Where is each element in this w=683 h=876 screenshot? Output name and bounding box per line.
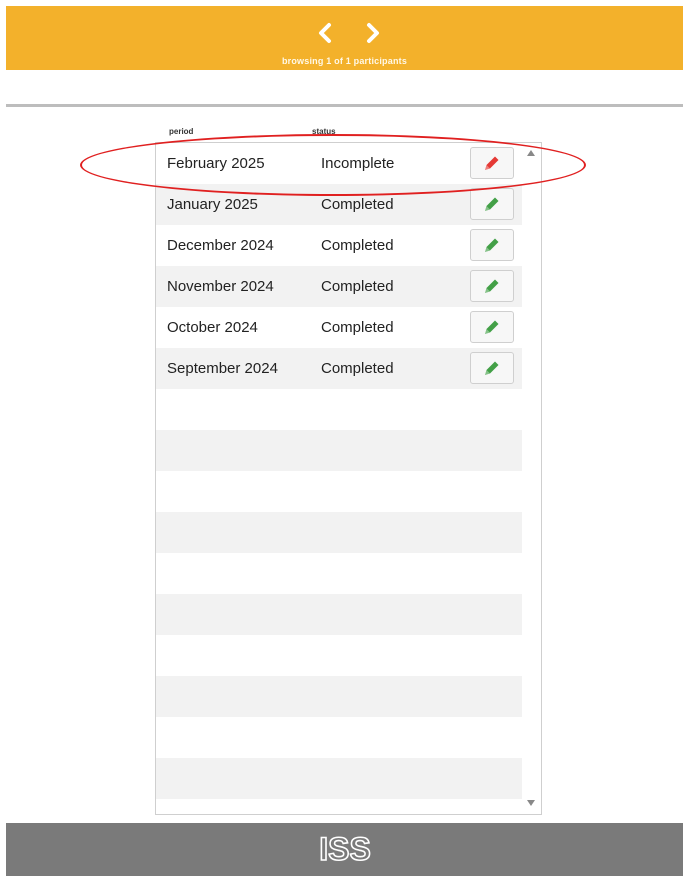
empty-row <box>156 553 522 594</box>
status-label: Completed <box>321 237 394 254</box>
status-label: Completed <box>321 319 394 336</box>
empty-row <box>156 389 522 430</box>
edit-button[interactable] <box>470 311 514 343</box>
edit-button[interactable] <box>470 352 514 384</box>
period-label: September 2024 <box>167 360 278 377</box>
status-label: Incomplete <box>321 155 395 172</box>
status-label: Completed <box>321 196 394 213</box>
edit-button[interactable] <box>470 147 514 179</box>
caret-down-icon <box>527 800 535 806</box>
scroll-down-arrow[interactable] <box>524 797 538 809</box>
list-item[interactable]: January 2025 Completed <box>156 184 522 225</box>
edit-button[interactable] <box>470 270 514 302</box>
empty-row <box>156 512 522 553</box>
edit-button[interactable] <box>470 229 514 261</box>
next-button[interactable] <box>360 20 386 46</box>
caret-up-icon <box>527 150 535 156</box>
period-label: November 2024 <box>167 278 274 295</box>
list-item[interactable]: February 2025 Incomplete <box>156 143 522 184</box>
empty-row <box>156 799 522 814</box>
period-label: January 2025 <box>167 196 258 213</box>
column-header-status: status <box>312 127 336 136</box>
empty-row <box>156 758 522 799</box>
chevron-right-icon <box>367 23 379 43</box>
svg-text:ISS: ISS <box>319 831 371 867</box>
browsing-status: browsing 1 of 1 participants <box>281 56 408 66</box>
empty-row <box>156 717 522 758</box>
period-label: February 2025 <box>167 155 265 172</box>
previous-button[interactable] <box>312 20 338 46</box>
header-bar: browsing 1 of 1 participants <box>6 6 683 70</box>
list-item[interactable]: September 2024 Completed <box>156 348 522 389</box>
list-item[interactable]: October 2024 Completed <box>156 307 522 348</box>
chevron-left-icon <box>319 23 331 43</box>
empty-row <box>156 635 522 676</box>
empty-row <box>156 594 522 635</box>
pencil-icon <box>485 156 499 170</box>
iss-logo: ISS <box>6 829 683 874</box>
scroll-up-arrow[interactable] <box>524 147 538 159</box>
status-label: Completed <box>321 360 394 377</box>
status-label: Completed <box>321 278 394 295</box>
pencil-icon <box>485 279 499 293</box>
empty-row <box>156 471 522 512</box>
period-label: December 2024 <box>167 237 274 254</box>
column-header-period: period <box>169 127 194 136</box>
empty-row <box>156 676 522 717</box>
edit-button[interactable] <box>470 188 514 220</box>
pencil-icon <box>485 238 499 252</box>
period-list[interactable]: February 2025 Incomplete January 2025 Compl… <box>155 142 542 815</box>
period-label: October 2024 <box>167 319 258 336</box>
empty-row <box>156 430 522 471</box>
footer-bar: ISS <box>6 823 683 876</box>
list-item[interactable]: November 2024 Completed <box>156 266 522 307</box>
pencil-icon <box>485 320 499 334</box>
pencil-icon <box>485 361 499 375</box>
pencil-icon <box>485 197 499 211</box>
separator <box>6 104 683 107</box>
list-item[interactable]: December 2024 Completed <box>156 225 522 266</box>
